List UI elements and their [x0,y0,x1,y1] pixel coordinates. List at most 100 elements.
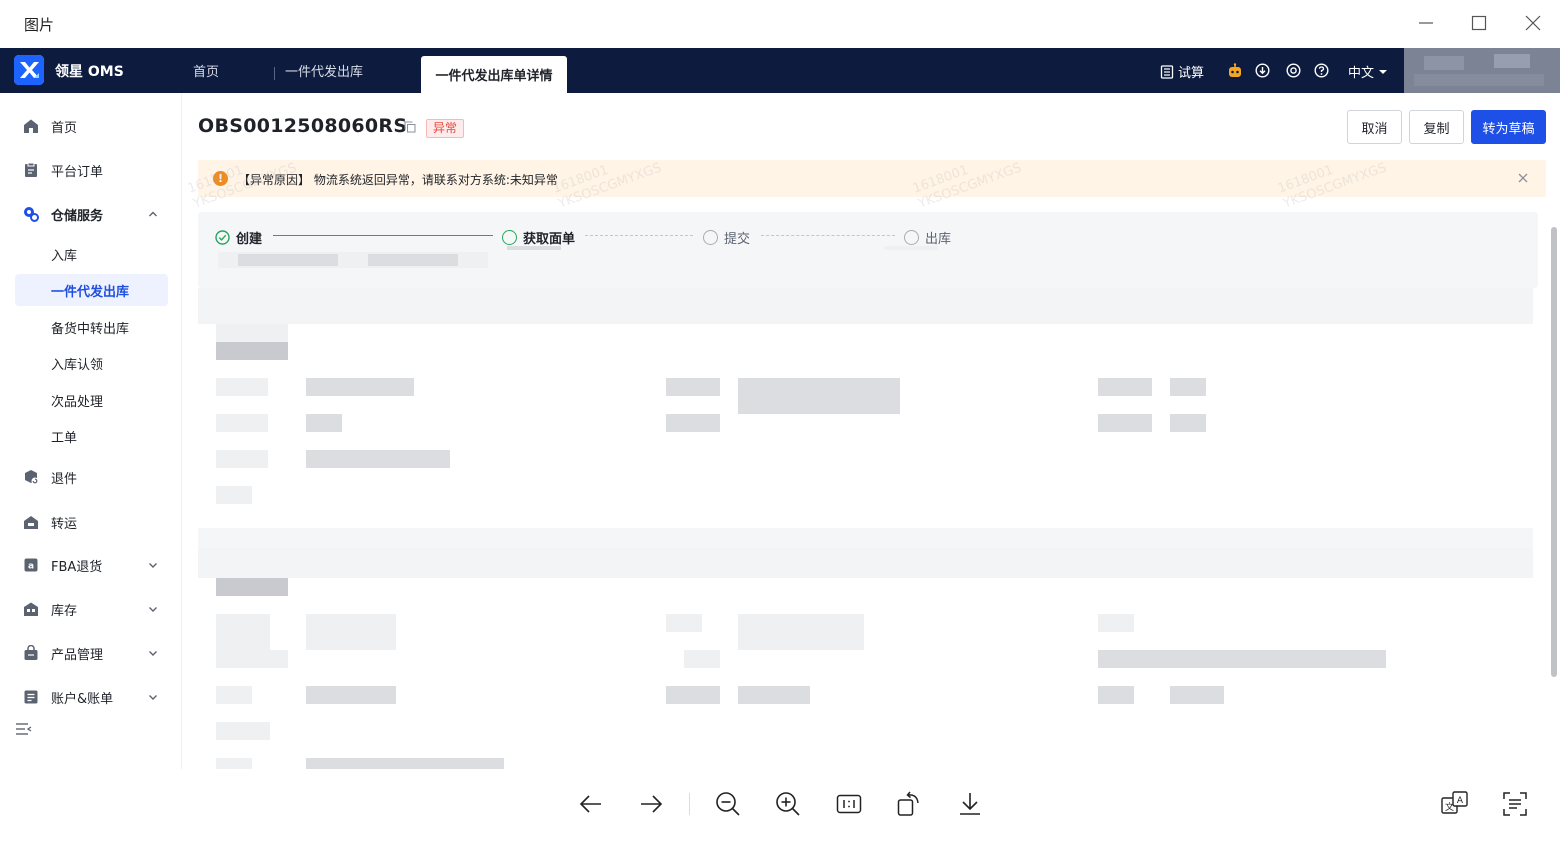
download-icon[interactable] [1255,63,1270,78]
scrollbar-thumb[interactable] [1551,227,1557,677]
tab-home[interactable]: 首页 [193,48,219,93]
sidebar-item-transfer[interactable]: 转运 [15,506,168,538]
step-connector-done [273,235,493,236]
actual-size-button[interactable] [834,789,864,819]
svg-text:A: A [1457,796,1464,806]
details-card-pixelated [198,548,1533,769]
status-badge: 异常 [426,119,465,138]
sidebar-subitem-defective[interactable]: 次品处理 [15,384,168,416]
warning-icon: ! [213,171,228,186]
help-icon[interactable] [1314,63,1329,78]
caret-down-icon [1379,69,1388,74]
translate-button[interactable]: A文 [1440,789,1470,819]
pending-step-circle-icon [904,230,919,245]
chevron-down-icon [149,607,157,612]
sidebar-subitem-inbound[interactable]: 入库 [15,238,168,270]
alert-message: 【异常原因】 物流系统返回异常，请联系对方系统:未知异常 [238,173,558,187]
chevron-up-icon [149,211,157,217]
maximize-icon[interactable] [1464,8,1494,38]
minimize-icon[interactable] [1411,8,1441,38]
inventory-icon [24,602,38,616]
pending-step-circle-icon [703,230,718,245]
window-title: 图片 [24,16,55,34]
rotate-icon [897,791,919,816]
order-number: OBS0012508060RS [198,115,408,137]
sidebar-item-platform-orders[interactable]: 平台订单 [15,154,168,186]
arrow-left-icon [579,795,601,813]
collapse-sidebar-icon[interactable] [15,720,33,738]
svg-text:a: a [28,562,34,572]
download-image-button[interactable] [955,789,985,819]
toolbar-divider [689,793,690,815]
tab-divider [274,67,275,80]
warehouse-icon [24,207,39,222]
sidebar-item-inventory[interactable]: 库存 [15,593,168,625]
details-card-pixelated [198,288,1533,528]
sidebar-item-accounts-billing[interactable]: 账户&账单 [15,681,168,713]
arrow-right-icon [641,795,663,813]
step-outbound: 出库 [904,228,951,247]
image-viewer-toolbar: A文 [0,769,1560,841]
alert-close-icon[interactable] [1516,171,1530,185]
step-submit: 提交 [703,228,750,247]
clipboard-icon [25,162,37,177]
user-profile-pixelated[interactable] [1404,48,1560,93]
sidebar-item-product-management[interactable]: 产品管理 [15,637,168,669]
sidebar-item-home[interactable]: 首页 [15,110,168,142]
sidebar-subitem-transfer-outbound[interactable]: 备货中转出库 [15,311,168,343]
vertical-scrollbar[interactable] [1548,213,1560,769]
zoom-in-button[interactable] [773,789,803,819]
rotate-button[interactable] [894,789,924,819]
main-content: OBS0012508060RS 异常 取消 复制 转为草稿 ! 【异常原因】 物… [183,93,1560,769]
zoom-out-icon [716,792,740,816]
account-icon [24,690,38,704]
step-connector-pending [761,235,895,236]
sidebar-subitem-inbound-claim[interactable]: 入库认领 [15,347,168,379]
settings-icon[interactable] [1286,63,1301,78]
next-image-button[interactable] [636,789,666,819]
progress-steps: 创建 获取面单 提交 出库 [198,212,1538,288]
trial-calc-button[interactable]: 试算 [1160,62,1204,81]
sidebar-item-returns[interactable]: 退件 [15,461,168,493]
tab-outbound-detail[interactable]: 一件代发出库单详情 [421,56,567,93]
sidebar-subitem-work-order[interactable]: 工单 [15,420,168,452]
calculator-icon [1160,64,1174,79]
viewer-title-bar: 图片 [0,0,1560,48]
previous-image-button[interactable] [576,789,606,819]
zoom-out-button[interactable] [713,789,743,819]
convert-to-draft-button[interactable]: 转为草稿 [1471,110,1546,144]
tab-dropship-outbound[interactable]: 一件代发出库 [285,48,363,93]
check-circle-icon [215,230,230,245]
cancel-button[interactable]: 取消 [1347,110,1402,144]
copy-button[interactable]: 复制 [1409,110,1464,144]
brand-name: 领星 OMS [55,64,124,80]
brand-logo [14,55,44,85]
step-connector-pending [585,235,693,236]
app-header: 领星 OMS 首页 一件代发出库 一件代发出库单详情 试算 中文 [0,48,1560,93]
svg-text:文: 文 [1445,801,1454,813]
exception-alert: ! 【异常原因】 物流系统返回异常，请联系对方系统:未知异常 [198,160,1546,197]
scan-text-icon [1503,792,1527,816]
step-get-label: 获取面单 [502,228,575,247]
translate-icon: A文 [1441,791,1468,814]
current-step-circle-icon [502,230,517,245]
product-bag-icon [24,645,38,660]
step-create: 创建 [215,228,262,247]
close-icon[interactable] [1518,8,1548,38]
extract-text-button[interactable] [1500,789,1530,819]
return-box-icon [25,470,39,485]
sidebar-nav: 首页 平台订单 仓储服务 入库 一件代发出库 备货中转出库 入库认领 次品处理 … [0,93,182,769]
zoom-in-icon [776,792,800,816]
sidebar-item-warehouse-services[interactable]: 仓储服务 [15,198,168,230]
chevron-down-icon [149,695,157,700]
sidebar-item-fba-returns[interactable]: a FBA退货 [15,549,168,581]
transfer-icon [24,516,38,529]
chevron-down-icon [149,563,157,568]
chevron-down-icon [149,651,157,656]
home-icon [24,119,38,133]
sidebar-subitem-dropship-outbound[interactable]: 一件代发出库 [15,274,168,306]
robot-icon[interactable] [1227,63,1242,78]
download-icon [960,793,980,815]
language-selector[interactable]: 中文 [1348,62,1388,81]
copy-icon[interactable] [404,121,416,133]
